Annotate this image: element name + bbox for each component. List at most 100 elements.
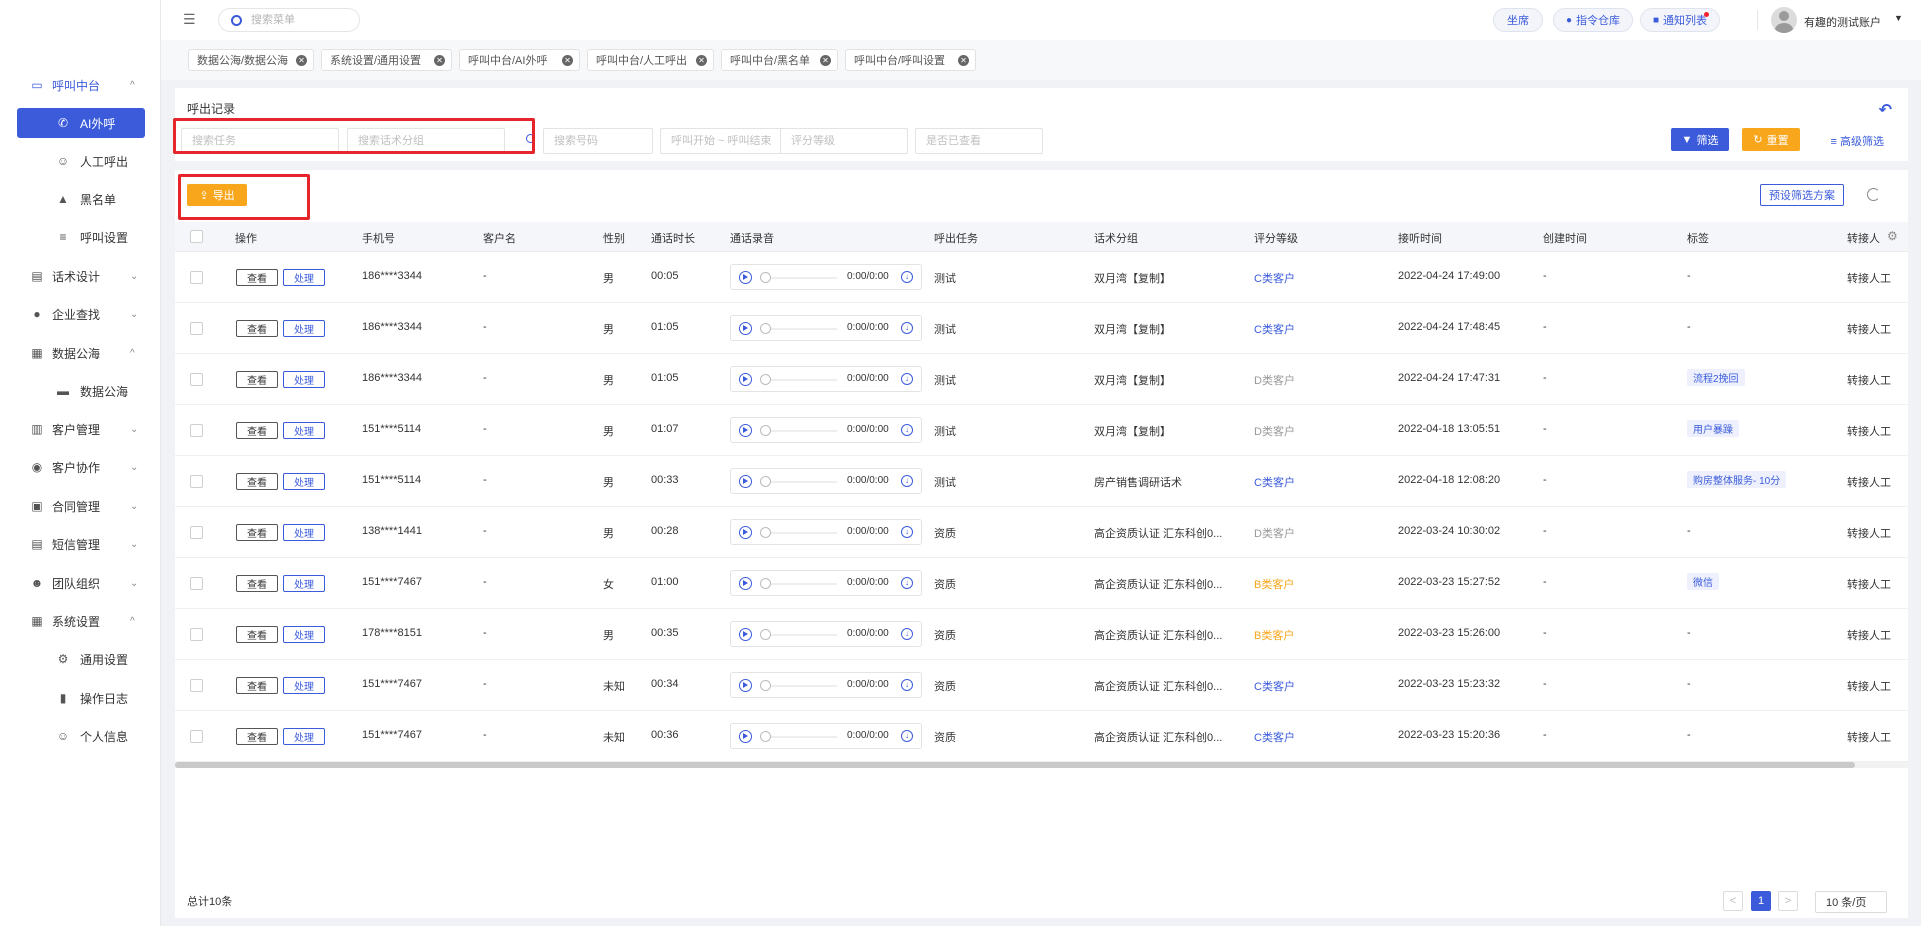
- view-button[interactable]: 查看: [236, 728, 278, 745]
- seek-handle[interactable]: [760, 323, 771, 334]
- sidebar-item[interactable]: ▤ 短信管理 ⌄: [0, 529, 160, 559]
- call-time-range-input[interactable]: [671, 135, 781, 147]
- select-all-checkbox[interactable]: [190, 230, 203, 243]
- chevron-up-icon[interactable]: ^: [130, 348, 135, 359]
- view-button[interactable]: 查看: [236, 473, 278, 490]
- handle-button[interactable]: 处理: [283, 524, 325, 541]
- viewed-select-input[interactable]: [926, 135, 1042, 147]
- seek-track[interactable]: [771, 736, 837, 738]
- prev-page-button[interactable]: <: [1723, 891, 1743, 911]
- seek-handle[interactable]: [760, 272, 771, 283]
- tab[interactable]: 呼叫中台/黑名单 ✕: [721, 49, 838, 71]
- row-checkbox[interactable]: [190, 628, 203, 641]
- view-button[interactable]: 查看: [236, 320, 278, 337]
- handle-button[interactable]: 处理: [283, 473, 325, 490]
- command-warehouse-button[interactable]: ● 指令仓库: [1553, 8, 1633, 32]
- download-icon[interactable]: ↓: [901, 730, 913, 742]
- sidebar-item[interactable]: ▬ 数据公海: [0, 376, 160, 406]
- chevron-down-icon[interactable]: ⌄: [130, 462, 138, 473]
- download-icon[interactable]: ↓: [901, 475, 913, 487]
- menu-search-input[interactable]: [251, 14, 351, 26]
- row-checkbox[interactable]: [190, 577, 203, 590]
- handle-button[interactable]: 处理: [283, 677, 325, 694]
- play-icon[interactable]: [739, 373, 752, 386]
- sidebar-item[interactable]: ▲ 黑名单: [0, 184, 160, 214]
- call-time-range[interactable]: [660, 128, 782, 154]
- notification-list-button[interactable]: ■ 通知列表: [1640, 8, 1720, 32]
- handle-button[interactable]: 处理: [283, 269, 325, 286]
- column-settings-icon[interactable]: ⚙: [1887, 229, 1898, 243]
- seat-button[interactable]: 坐席: [1493, 8, 1543, 32]
- chevron-down-icon[interactable]: ⌄: [130, 309, 138, 320]
- row-checkbox[interactable]: [190, 526, 203, 539]
- sidebar-item[interactable]: ☺ 个人信息: [0, 721, 160, 751]
- play-icon[interactable]: [739, 322, 752, 335]
- seek-track[interactable]: [771, 328, 837, 330]
- sidebar-item[interactable]: ▦ 数据公海 ^: [0, 338, 160, 368]
- back-arrow-icon[interactable]: ↶: [1879, 100, 1892, 120]
- seek-handle[interactable]: [760, 629, 771, 640]
- sidebar-item[interactable]: ✆ AI外呼: [17, 108, 145, 138]
- view-button[interactable]: 查看: [236, 371, 278, 388]
- page-1-button[interactable]: 1: [1751, 891, 1771, 911]
- view-button[interactable]: 查看: [236, 269, 278, 286]
- play-icon[interactable]: [739, 679, 752, 692]
- tab[interactable]: 系统设置/通用设置 ✕: [321, 49, 452, 71]
- row-checkbox[interactable]: [190, 271, 203, 284]
- row-checkbox[interactable]: [190, 475, 203, 488]
- play-icon[interactable]: [739, 424, 752, 437]
- tab[interactable]: 数据公海/数据公海 ✕: [188, 49, 314, 71]
- seek-handle[interactable]: [760, 374, 771, 385]
- handle-button[interactable]: 处理: [283, 626, 325, 643]
- play-icon[interactable]: [739, 628, 752, 641]
- row-checkbox[interactable]: [190, 730, 203, 743]
- close-icon[interactable]: ✕: [296, 55, 307, 66]
- horizontal-scrollbar[interactable]: [175, 762, 1908, 768]
- handle-button[interactable]: 处理: [283, 422, 325, 439]
- sidebar-item[interactable]: ▣ 合同管理 ⌄: [0, 491, 160, 521]
- close-icon[interactable]: ✕: [434, 55, 445, 66]
- preset-filter-button[interactable]: 预设筛选方案: [1760, 184, 1844, 206]
- task-search-field[interactable]: [181, 128, 339, 154]
- viewed-select[interactable]: [915, 128, 1043, 154]
- seek-handle[interactable]: [760, 680, 771, 691]
- handle-button[interactable]: 处理: [283, 371, 325, 388]
- tab[interactable]: 呼叫中台/AI外呼 ✕: [459, 49, 580, 71]
- close-icon[interactable]: ✕: [820, 55, 831, 66]
- chevron-down-icon[interactable]: ⌄: [130, 501, 138, 512]
- seek-handle[interactable]: [760, 425, 771, 436]
- sidebar-item[interactable]: ⚙ 通用设置: [0, 644, 160, 674]
- script-group-input[interactable]: [358, 135, 504, 147]
- menu-collapse-icon[interactable]: ☰: [183, 12, 199, 26]
- play-icon[interactable]: [739, 526, 752, 539]
- seek-track[interactable]: [771, 583, 837, 585]
- row-checkbox[interactable]: [190, 424, 203, 437]
- play-icon[interactable]: [739, 271, 752, 284]
- sidebar-item[interactable]: ▥ 客户管理 ⌄: [0, 414, 160, 444]
- sidebar-item[interactable]: ▦ 系统设置 ^: [0, 606, 160, 636]
- sidebar-item[interactable]: ▭ 呼叫中台 ^: [0, 70, 160, 100]
- download-icon[interactable]: ↓: [901, 679, 913, 691]
- play-icon[interactable]: [739, 730, 752, 743]
- view-button[interactable]: 查看: [236, 677, 278, 694]
- account-name[interactable]: 有趣的测试账户: [1804, 14, 1881, 30]
- download-icon[interactable]: ↓: [901, 424, 913, 436]
- next-page-button[interactable]: >: [1778, 891, 1798, 911]
- view-button[interactable]: 查看: [236, 575, 278, 592]
- sidebar-item[interactable]: ● 企业查找 ⌄: [0, 299, 160, 329]
- tab[interactable]: 呼叫中台/人工呼出 ✕: [587, 49, 714, 71]
- number-search-field[interactable]: [543, 128, 653, 154]
- row-checkbox[interactable]: [190, 373, 203, 386]
- seek-track[interactable]: [771, 532, 837, 534]
- chevron-down-icon[interactable]: ⌄: [130, 578, 138, 589]
- handle-button[interactable]: 处理: [283, 320, 325, 337]
- download-icon[interactable]: ↓: [901, 577, 913, 589]
- download-icon[interactable]: ↓: [901, 271, 913, 283]
- reset-button[interactable]: ↻ 重置: [1742, 128, 1800, 151]
- seek-track[interactable]: [771, 634, 837, 636]
- play-icon[interactable]: [739, 475, 752, 488]
- chevron-down-icon[interactable]: ⌄: [130, 271, 138, 282]
- view-button[interactable]: 查看: [236, 422, 278, 439]
- chevron-up-icon[interactable]: ^: [130, 80, 135, 91]
- sidebar-item[interactable]: ▤ 话术设计 ⌄: [0, 261, 160, 291]
